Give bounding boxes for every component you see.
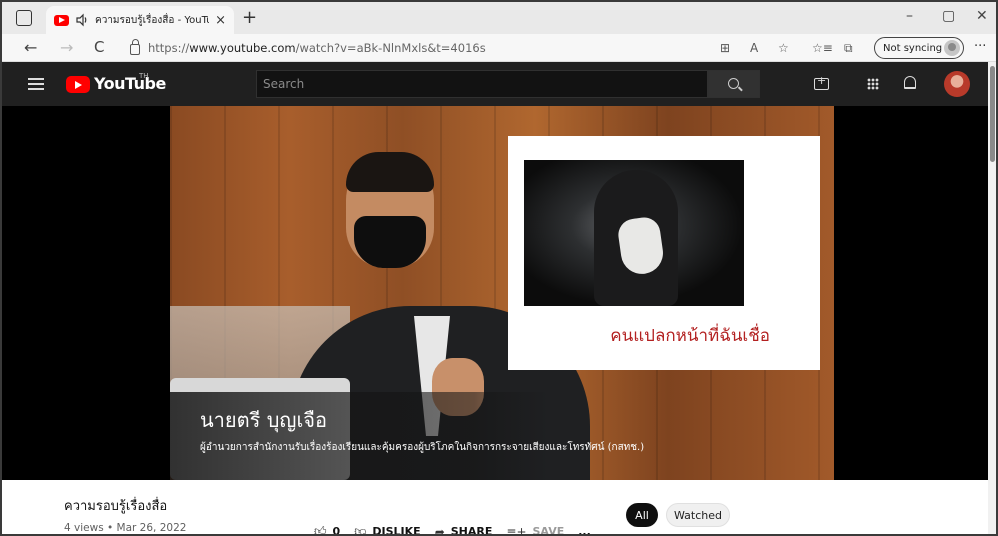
forward-button[interactable]: →	[60, 38, 73, 57]
more-actions-button[interactable]: ...	[578, 525, 591, 534]
video-frame: นายตรี บุญเจือ ผู้อำนวยการสำนักงานรับเรื…	[170, 106, 834, 480]
presenter-face-mask	[354, 216, 426, 268]
dislike-label: DISLIKE	[372, 525, 421, 536]
sync-status-label: Not syncing	[883, 42, 943, 54]
create-video-icon[interactable]	[814, 74, 829, 90]
maximize-button[interactable]: ▢	[942, 8, 955, 24]
search-input[interactable]	[256, 70, 708, 98]
search-bar	[256, 70, 760, 98]
minimize-button[interactable]: –	[906, 8, 913, 24]
address-bar: ← → C https://www.youtube.com/watch?v=aB…	[2, 34, 996, 62]
lock-icon[interactable]	[130, 39, 140, 55]
read-aloud-icon[interactable]: A	[750, 41, 758, 55]
back-button[interactable]: ←	[24, 38, 37, 57]
video-actions: 👍︎ 0 👎︎ DISLIKE ➦ SHARE ≡+ SAVE ...	[314, 524, 591, 536]
like-count: 0	[332, 525, 341, 536]
search-icon	[728, 78, 739, 89]
thumbs-down-icon: 👎︎	[354, 524, 367, 536]
video-title: ความรอบรู้เรื่องสื่อ	[64, 499, 168, 514]
notifications-bell-icon[interactable]	[904, 76, 916, 89]
chip-watched[interactable]: Watched	[666, 503, 730, 527]
share-button[interactable]: ➦ SHARE	[434, 524, 493, 536]
refresh-button[interactable]: C	[94, 38, 104, 56]
app-available-icon[interactable]: ⊞	[720, 41, 730, 55]
profile-sync-button[interactable]: Not syncing	[874, 37, 964, 59]
url-field[interactable]: https://www.youtube.com/watch?v=aBk-NlnM…	[124, 37, 704, 59]
account-avatar[interactable]	[944, 71, 970, 97]
collections-icon[interactable]: ⧉	[844, 41, 853, 56]
share-label: SHARE	[450, 525, 493, 536]
video-details: ความรอบรู้เรื่องสื่อ 4 views • Mar 26, 2…	[2, 480, 988, 536]
save-label: SAVE	[532, 525, 565, 536]
youtube-masthead: YouTube TH	[2, 62, 988, 106]
presenter-hair	[346, 152, 434, 192]
tab-strip: ความรอบรู้เรื่องสื่อ - YouTube × + – ▢ ✕	[2, 2, 996, 34]
youtube-logo-text[interactable]: YouTube	[94, 74, 166, 93]
tab-actions-icon[interactable]	[16, 10, 32, 26]
menu-icon[interactable]	[28, 78, 44, 90]
speaker-name: นายตรี บุญเจือ	[200, 408, 328, 432]
like-button[interactable]: 👍︎ 0	[314, 524, 341, 536]
search-button[interactable]	[708, 70, 760, 98]
tab-youtube[interactable]: ความรอบรู้เรื่องสื่อ - YouTube ×	[46, 6, 234, 34]
tab-close-icon[interactable]: ×	[215, 13, 226, 28]
chip-all[interactable]: All	[626, 503, 658, 527]
video-meta: 4 views • Mar 26, 2022	[64, 522, 187, 534]
slide-card: คนแปลกหน้าที่ฉันเชื่อ	[508, 136, 820, 370]
country-code: TH	[139, 72, 149, 80]
video-player[interactable]: นายตรี บุญเจือ ผู้อำนวยการสำนักงานรับเรื…	[2, 106, 988, 480]
favorite-icon[interactable]: ☆	[778, 41, 789, 55]
scrollbar-thumb[interactable]	[990, 66, 995, 162]
apps-grid-icon[interactable]	[867, 78, 879, 90]
page-scrollbar[interactable]	[988, 62, 996, 534]
thumbs-up-icon: 👍︎	[314, 524, 327, 536]
share-icon: ➦	[434, 524, 445, 536]
close-window-button[interactable]: ✕	[976, 8, 988, 24]
speaker-role: ผู้อำนวยการสำนักงานรับเรื่องร้องเรียนและ…	[200, 442, 645, 453]
new-tab-button[interactable]: +	[242, 7, 257, 28]
slide-photo	[524, 160, 744, 306]
youtube-favicon-icon	[54, 14, 69, 26]
profile-avatar-icon	[944, 40, 960, 56]
tab-title: ความรอบรู้เรื่องสื่อ - YouTube	[95, 14, 209, 26]
slide-caption: คนแปลกหน้าที่ฉันเชื่อ	[610, 326, 770, 346]
url-text: https://www.youtube.com/watch?v=aBk-NlnM…	[148, 41, 486, 55]
browser-menu-button[interactable]: ···	[974, 39, 986, 54]
browser-window: ความรอบรู้เรื่องสื่อ - YouTube × + – ▢ ✕…	[0, 0, 998, 536]
favorites-list-icon[interactable]: ☆≡	[812, 41, 833, 55]
speaker-icon[interactable]	[75, 13, 89, 27]
playlist-add-icon: ≡+	[506, 524, 527, 536]
save-button[interactable]: ≡+ SAVE	[506, 524, 565, 536]
dislike-button[interactable]: 👎︎ DISLIKE	[354, 524, 421, 536]
youtube-logo-icon[interactable]	[66, 76, 90, 93]
